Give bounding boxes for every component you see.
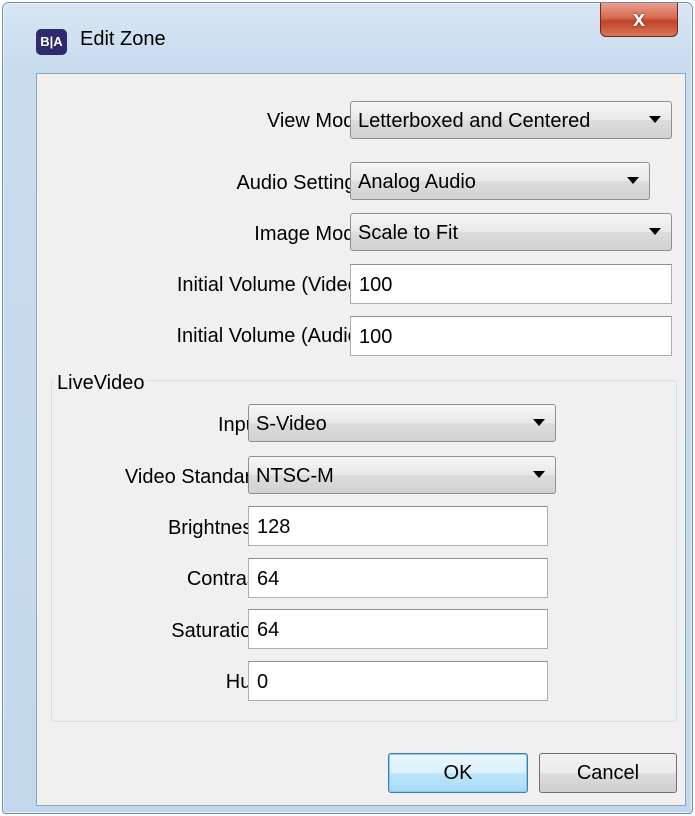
close-button[interactable]: x [600,3,678,37]
video-standard-dropdown[interactable]: NTSC-M [248,456,556,494]
dialog-content: View Mode: Letterboxed and Centered Audi… [36,73,686,806]
brightness-value: 128 [257,516,291,538]
image-mode-value: Scale to Fit [358,222,459,244]
edit-zone-dialog: B|A Edit Zone x View Mode: Letterboxed a… [2,2,693,814]
audio-settings-value: Analog Audio [358,171,476,193]
video-standard-label: Video Standard: [124,466,268,488]
chevron-down-icon [627,177,639,184]
cancel-button[interactable]: Cancel [539,753,677,793]
view-mode-dropdown[interactable]: Letterboxed and Centered [350,101,672,139]
chevron-down-icon [533,471,545,478]
close-icon: x [632,6,646,31]
ok-button[interactable]: OK [388,753,528,793]
saturation-field[interactable]: 64 [248,609,548,649]
input-value: S-Video [256,413,327,435]
brightness-field[interactable]: 128 [248,506,548,546]
dialog-title: Edit Zone [80,28,166,50]
image-mode-dropdown[interactable]: Scale to Fit [350,213,672,251]
initial-volume-video-field[interactable]: 100 [350,264,672,304]
initial-volume-video-value: 100 [359,274,393,296]
hue-field[interactable]: 0 [248,661,548,701]
saturation-value: 64 [257,619,280,641]
audio-settings-dropdown[interactable]: Analog Audio [350,162,650,200]
input-dropdown[interactable]: S-Video [248,404,556,442]
hue-value: 0 [257,671,269,693]
chevron-down-icon [649,116,661,123]
live-video-group-title: LiveVideo [54,372,148,395]
chevron-down-icon [533,419,545,426]
view-mode-value: Letterboxed and Centered [358,110,591,132]
initial-volume-video-label: Initial Volume (Video): [176,274,371,296]
title-bar[interactable]: B|A Edit Zone x [3,3,692,73]
initial-volume-audio-label: Initial Volume (Audio): [176,325,371,347]
chevron-down-icon [649,228,661,235]
initial-volume-audio-value: 100 [359,326,393,348]
contrast-field[interactable]: 64 [248,558,548,598]
initial-volume-audio-field[interactable]: 100 [350,316,672,356]
contrast-value: 64 [257,568,280,590]
video-standard-value: NTSC-M [256,465,334,487]
brightauthor-logo-icon: B|A [36,29,67,55]
